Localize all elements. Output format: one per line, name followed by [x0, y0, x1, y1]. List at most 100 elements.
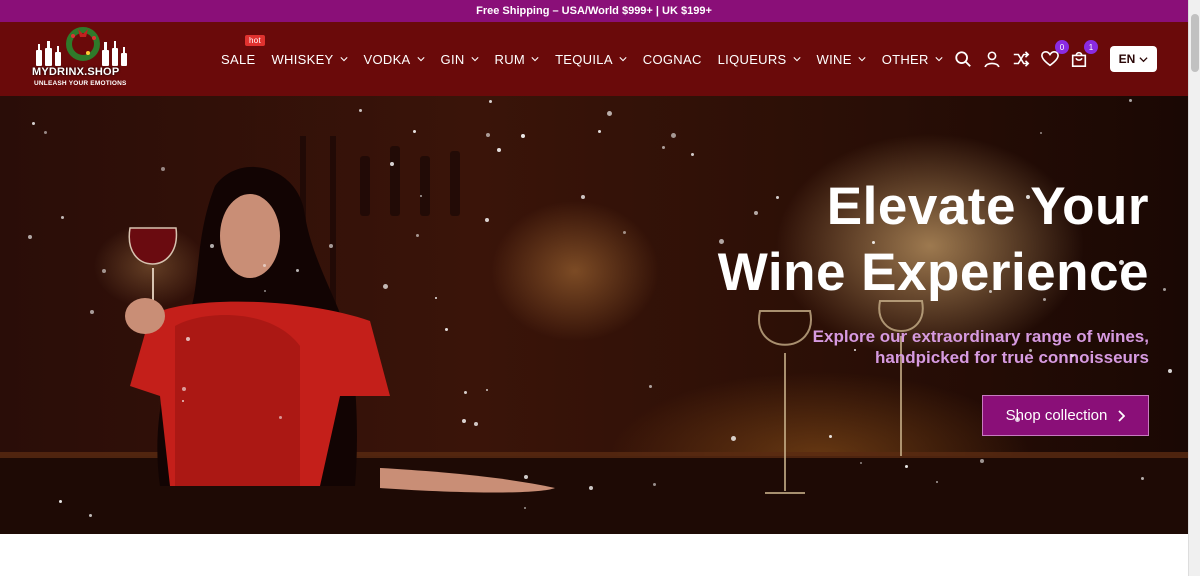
chevron-down-icon — [531, 57, 539, 62]
snowflake — [980, 459, 984, 463]
header-icons: 0 1 — [952, 22, 1098, 96]
snowflake — [413, 130, 416, 133]
nav-item-other[interactable]: OTHER — [882, 52, 943, 67]
snowflake — [1163, 288, 1166, 291]
account-button[interactable] — [981, 48, 1003, 70]
snowflake — [581, 195, 585, 199]
snowflake — [263, 264, 266, 267]
snowflake — [598, 130, 601, 133]
nav-item-label: TEQUILA — [555, 51, 613, 67]
snowflake — [1129, 99, 1132, 102]
wishlist-button[interactable]: 0 — [1039, 40, 1069, 70]
snowflake — [485, 218, 489, 222]
nav-item-label: RUM — [494, 51, 526, 67]
snowflake — [44, 131, 47, 134]
language-selector[interactable]: EN — [1110, 46, 1157, 72]
snowflake — [182, 387, 186, 391]
logo-name: MYDRINX.SHOP — [32, 66, 120, 78]
nav-item-gin[interactable]: GIN — [441, 52, 479, 67]
cart-count: 1 — [1084, 40, 1098, 54]
chevron-down-icon — [339, 57, 348, 62]
snowflake — [1141, 477, 1144, 480]
snowflake — [524, 475, 528, 479]
nav-item-label: LIQUEURS — [717, 51, 787, 67]
nav-item-rum[interactable]: RUM — [495, 52, 540, 67]
snowflake — [719, 239, 724, 244]
compare-button[interactable] — [1010, 48, 1032, 70]
snowflake — [462, 419, 466, 423]
nav-item-cognac[interactable]: COGNAC — [643, 52, 702, 67]
snowflake — [1029, 349, 1032, 352]
snowflake — [776, 196, 779, 199]
search-button[interactable] — [952, 48, 974, 70]
snowflake — [474, 422, 478, 426]
snowflake — [936, 481, 938, 483]
nav-item-wine[interactable]: WINE — [817, 52, 866, 67]
nav-item-label: GIN — [440, 51, 465, 67]
snowflake — [210, 244, 214, 248]
chevron-down-icon — [619, 57, 627, 62]
snowflake — [653, 483, 656, 486]
nav-item-sale[interactable]: SALE hot — [221, 34, 266, 67]
snowflake — [59, 500, 62, 503]
hero-title-line2: Wine Experience — [717, 243, 1149, 302]
snowflake — [186, 337, 190, 341]
announcement-bar: Free Shipping – USA/World $999+ | UK $19… — [0, 0, 1188, 22]
snowflake — [420, 195, 422, 197]
nav-item-label: OTHER — [881, 51, 929, 67]
snowflake — [390, 162, 394, 166]
search-icon — [955, 51, 971, 67]
snowflake — [1119, 260, 1124, 265]
page-scrollbar[interactable] — [1188, 0, 1200, 576]
hero-content: Elevate Your Wine Experience Explore our… — [589, 174, 1149, 368]
logo-tagline: UNLEASH YOUR EMOTIONS — [34, 80, 127, 87]
chevron-down-icon — [935, 57, 943, 62]
nav-item-tequila[interactable]: TEQUILA — [555, 52, 627, 67]
snowflake — [905, 465, 908, 468]
nav-item-whiskey[interactable]: WHISKEY — [271, 52, 348, 67]
snowflake — [359, 109, 362, 112]
shop-collection-label: Shop collection — [1005, 407, 1108, 424]
nav-item-label: VODKA — [363, 51, 411, 67]
chevron-down-icon — [416, 57, 425, 62]
shop-collection-button[interactable]: Shop collection — [982, 395, 1149, 436]
user-icon — [984, 51, 1000, 68]
nav-item-liqueurs[interactable]: LIQUEURS — [718, 52, 801, 67]
snowflake — [28, 235, 32, 239]
snowflake — [1168, 369, 1172, 373]
snowflake — [90, 310, 94, 314]
snowflake — [264, 290, 266, 292]
nav-item-label: COGNAC — [642, 51, 702, 67]
snowflake — [89, 514, 92, 517]
snowflake — [671, 133, 676, 138]
snowflake — [1071, 354, 1074, 357]
snowflake — [1043, 298, 1046, 301]
cart-button[interactable]: 1 — [1068, 40, 1098, 70]
nav-item-vodka[interactable]: VODKA — [364, 52, 425, 67]
shuffle-icon — [1013, 51, 1030, 67]
snowflake — [296, 269, 299, 272]
snowflake — [754, 211, 758, 215]
snowflake — [435, 297, 437, 299]
hero-subtitle-line1: Explore our extraordinary range of wines… — [812, 327, 1149, 346]
snowflake — [1026, 195, 1030, 199]
chevron-down-icon — [1139, 56, 1148, 62]
hero-title: Elevate Your Wine Experience — [589, 174, 1149, 306]
logo[interactable]: MYDRINX.SHOP UNLEASH YOUR EMOTIONS — [28, 26, 138, 90]
chevron-down-icon — [470, 57, 479, 62]
hot-badge: hot — [245, 34, 266, 46]
snowflake — [329, 244, 333, 248]
snowflake — [731, 436, 736, 441]
nav-item-label: WINE — [816, 51, 852, 67]
bag-icon — [1071, 51, 1087, 68]
hero-subtitle-line2: handpicked for true connoisseurs — [875, 348, 1149, 367]
snowflake — [854, 349, 856, 351]
scrollbar-thumb[interactable] — [1191, 14, 1199, 72]
snowflake — [161, 167, 165, 171]
page: Free Shipping – USA/World $999+ | UK $19… — [0, 0, 1200, 576]
site-header: MYDRINX.SHOP UNLEASH YOUR EMOTIONS SALE … — [0, 22, 1188, 96]
snowflake — [32, 122, 35, 125]
next-section — [0, 534, 1188, 576]
wishlist-count: 0 — [1055, 40, 1069, 54]
snowflake — [607, 111, 612, 116]
